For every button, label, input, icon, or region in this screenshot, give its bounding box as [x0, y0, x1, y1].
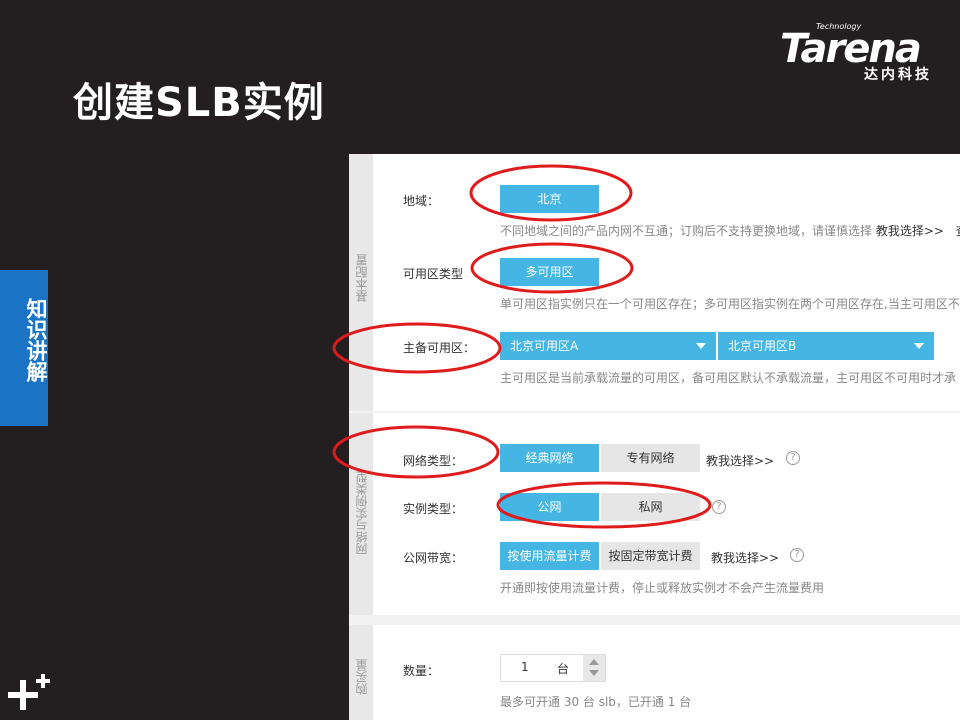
bandwidth-traffic-button[interactable]: 按使用流量计费 — [500, 542, 599, 570]
help-icon[interactable]: ? — [786, 451, 800, 465]
network-vpc-button[interactable]: 专有网络 — [601, 444, 700, 472]
plus-icon — [8, 674, 50, 710]
side-tab-label: 知识讲解 — [24, 298, 48, 382]
section-purchase-label: 购买量 — [349, 625, 373, 720]
network-classic-button[interactable]: 经典网络 — [500, 444, 599, 472]
instance-public-button[interactable]: 公网 — [500, 493, 599, 521]
side-tab: 知识讲解 — [0, 270, 48, 426]
instance-private-button[interactable]: 私网 — [601, 493, 700, 521]
quantity-stepper[interactable]: 1 台 — [500, 654, 606, 682]
logo-chinese: 达内科技 — [864, 67, 932, 83]
slide-title: 创建SLB实例 — [73, 80, 325, 126]
chevron-down-icon — [914, 343, 924, 349]
instance-type-label: 实例类型： — [403, 502, 464, 516]
quantity-label: 数量： — [403, 664, 440, 678]
bandwidth-fixed-button[interactable]: 按固定带宽计费 — [601, 542, 700, 570]
section-purchase: 购买量 数量： 1 台 最多可开通 30 台 slb，已开通 1 台 — [349, 625, 960, 720]
quantity-value[interactable]: 1 — [521, 660, 529, 674]
region-desc: 不同地域之间的产品内网不互通；订购后不支持更换地域，请谨慎选择 教我选择>> 查 — [500, 224, 960, 238]
primary-zone-select[interactable]: 北京可用区A — [500, 332, 716, 360]
quantity-desc: 最多可开通 30 台 slb，已开通 1 台 — [500, 695, 692, 709]
region-help-link[interactable]: 教我选择>> — [876, 224, 944, 238]
zone-type-multi-button[interactable]: 多可用区 — [500, 258, 599, 286]
master-slave-desc: 主可用区是当前承载流量的可用区，备可用区默认不承载流量，主可用区不可用时才承 — [500, 371, 957, 385]
zone-type-desc: 单可用区指实例只在一个可用区存在；多可用区指实例在两个可用区存在,当主可用区不 — [500, 297, 960, 311]
quantity-unit: 台 — [557, 662, 570, 676]
bandwidth-label: 公网带宽： — [403, 551, 464, 565]
section-network: 网络与实例类型 网络类型： 经典网络 专有网络 教我选择>> ? 实例类型： 公… — [349, 413, 960, 615]
master-slave-label: 主备可用区： — [403, 341, 476, 355]
section-basic-label: 基本配置 — [349, 154, 373, 411]
region-beijing-button[interactable]: 北京 — [500, 185, 599, 213]
bandwidth-desc: 开通即按使用流量计费，停止或释放实例才不会产生流量费用 — [500, 581, 825, 595]
network-type-label: 网络类型： — [403, 454, 464, 468]
zone-type-label: 可用区类型 — [403, 267, 464, 281]
stepper-spin[interactable] — [583, 655, 605, 681]
region-label: 地域： — [403, 194, 440, 208]
help-icon[interactable]: ? — [712, 500, 726, 514]
network-help-link[interactable]: 教我选择>> — [706, 452, 774, 469]
help-icon[interactable]: ? — [790, 548, 804, 562]
secondary-zone-select[interactable]: 北京可用区B — [718, 332, 934, 360]
arrow-down-icon — [589, 670, 599, 676]
section-basic: 基本配置 地域： 北京 不同地域之间的产品内网不互通；订购后不支持更换地域，请谨… — [349, 154, 960, 411]
bandwidth-help-link[interactable]: 教我选择>> — [711, 549, 779, 566]
slb-config-panel: 基本配置 地域： 北京 不同地域之间的产品内网不互通；订购后不支持更换地域，请谨… — [349, 154, 960, 720]
section-network-label: 网络与实例类型 — [349, 413, 373, 615]
arrow-up-icon — [589, 659, 599, 665]
chevron-down-icon — [696, 343, 706, 349]
tarena-logo: Technology Tarena 达内科技 — [780, 22, 950, 83]
